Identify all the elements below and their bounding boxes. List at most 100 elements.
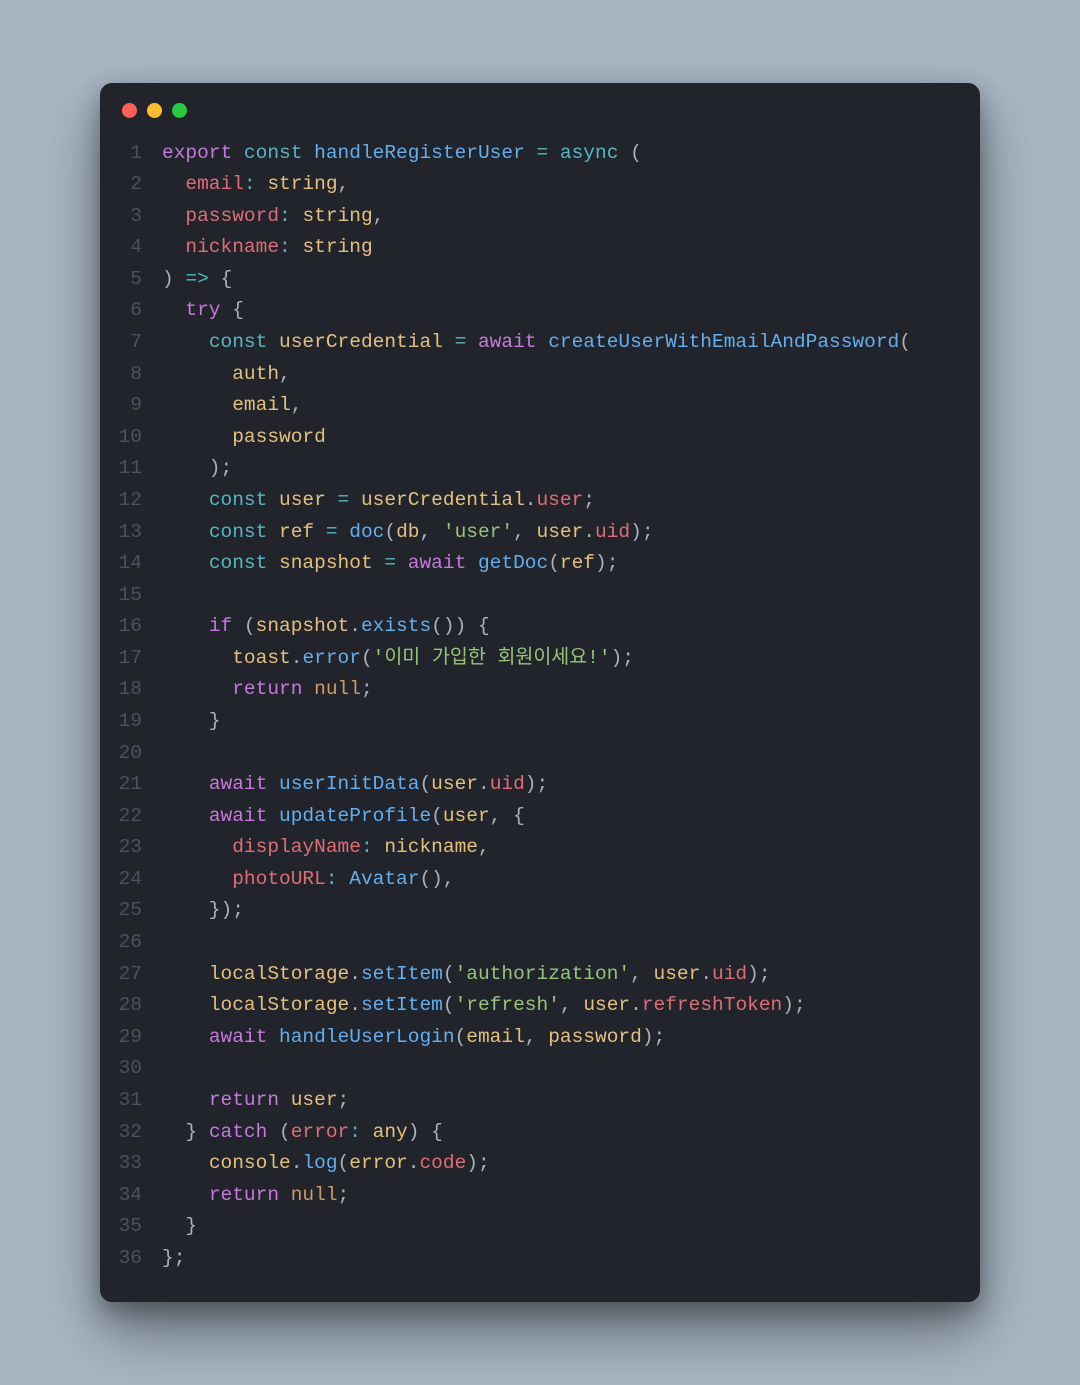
code-editor[interactable]: 1export const handleRegisterUser = async… [100,126,980,1303]
line-number: 17 [100,643,162,675]
line-number: 31 [100,1085,162,1117]
code-content[interactable]: photoURL: Avatar(), [162,864,455,896]
close-icon[interactable] [122,103,137,118]
line-number: 33 [100,1148,162,1180]
code-content[interactable]: const userCredential = await createUserW… [162,327,911,359]
code-line[interactable]: 15 [100,580,980,612]
code-content[interactable]: return null; [162,1180,349,1212]
line-number: 1 [100,138,162,170]
code-content[interactable]: await userInitData(user.uid); [162,769,548,801]
code-line[interactable]: 11 ); [100,453,980,485]
code-line[interactable]: 18 return null; [100,674,980,706]
line-number: 24 [100,864,162,896]
code-content[interactable]: ) => { [162,264,232,296]
code-content[interactable]: const ref = doc(db, 'user', user.uid); [162,517,654,549]
code-content[interactable]: } catch (error: any) { [162,1117,443,1149]
code-content[interactable]: await handleUserLogin(email, password); [162,1022,665,1054]
code-line[interactable]: 13 const ref = doc(db, 'user', user.uid)… [100,517,980,549]
line-number: 35 [100,1211,162,1243]
line-number: 30 [100,1053,162,1085]
code-content[interactable]: await updateProfile(user, { [162,801,525,833]
code-content[interactable]: password [162,422,326,454]
code-line[interactable]: 4 nickname: string [100,232,980,264]
code-content[interactable]: toast.error('이미 가입한 회원이세요!'); [162,643,634,675]
code-line[interactable]: 16 if (snapshot.exists()) { [100,611,980,643]
code-content[interactable]: const snapshot = await getDoc(ref); [162,548,618,580]
code-line[interactable]: 17 toast.error('이미 가입한 회원이세요!'); [100,643,980,675]
code-content[interactable]: ); [162,453,232,485]
code-content[interactable]: }); [162,895,244,927]
code-content[interactable]: console.log(error.code); [162,1148,490,1180]
code-content[interactable]: } [162,706,221,738]
code-line[interactable]: 9 email, [100,390,980,422]
code-line[interactable]: 26 [100,927,980,959]
code-content[interactable]: nickname: string [162,232,373,264]
code-line[interactable]: 12 const user = userCredential.user; [100,485,980,517]
code-line[interactable]: 14 const snapshot = await getDoc(ref); [100,548,980,580]
line-number: 22 [100,801,162,833]
code-line[interactable]: 27 localStorage.setItem('authorization',… [100,959,980,991]
minimize-icon[interactable] [147,103,162,118]
line-number: 6 [100,295,162,327]
code-line[interactable]: 25 }); [100,895,980,927]
line-number: 4 [100,232,162,264]
code-content[interactable]: return user; [162,1085,349,1117]
code-content[interactable]: localStorage.setItem('authorization', us… [162,959,771,991]
code-content[interactable]: const user = userCredential.user; [162,485,595,517]
code-line[interactable]: 33 console.log(error.code); [100,1148,980,1180]
line-number: 26 [100,927,162,959]
line-number: 9 [100,390,162,422]
code-content[interactable]: email: string, [162,169,349,201]
code-line[interactable]: 23 displayName: nickname, [100,832,980,864]
code-content[interactable]: if (snapshot.exists()) { [162,611,490,643]
code-line[interactable]: 8 auth, [100,359,980,391]
code-line[interactable]: 29 await handleUserLogin(email, password… [100,1022,980,1054]
line-number: 20 [100,738,162,770]
code-content[interactable]: } [162,1211,197,1243]
line-number: 5 [100,264,162,296]
code-content[interactable]: displayName: nickname, [162,832,490,864]
line-number: 3 [100,201,162,233]
code-line[interactable]: 19 } [100,706,980,738]
line-number: 19 [100,706,162,738]
code-content[interactable]: try { [162,295,244,327]
line-number: 34 [100,1180,162,1212]
code-line[interactable]: 3 password: string, [100,201,980,233]
line-number: 28 [100,990,162,1022]
line-number: 18 [100,674,162,706]
window-titlebar [100,83,980,126]
code-line[interactable]: 36}; [100,1243,980,1275]
code-line[interactable]: 20 [100,738,980,770]
code-line[interactable]: 28 localStorage.setItem('refresh', user.… [100,990,980,1022]
line-number: 2 [100,169,162,201]
code-content[interactable]: email, [162,390,302,422]
code-content[interactable]: export const handleRegisterUser = async … [162,138,642,170]
code-line[interactable]: 22 await updateProfile(user, { [100,801,980,833]
line-number: 27 [100,959,162,991]
code-content[interactable]: password: string, [162,201,384,233]
code-line[interactable]: 21 await userInitData(user.uid); [100,769,980,801]
line-number: 14 [100,548,162,580]
code-line[interactable]: 34 return null; [100,1180,980,1212]
code-content[interactable]: }; [162,1243,185,1275]
code-line[interactable]: 30 [100,1053,980,1085]
line-number: 8 [100,359,162,391]
code-line[interactable]: 2 email: string, [100,169,980,201]
code-line[interactable]: 6 try { [100,295,980,327]
code-content[interactable]: return null; [162,674,373,706]
line-number: 29 [100,1022,162,1054]
code-content[interactable]: auth, [162,359,291,391]
code-content[interactable]: localStorage.setItem('refresh', user.ref… [162,990,806,1022]
code-line[interactable]: 7 const userCredential = await createUse… [100,327,980,359]
code-line[interactable]: 35 } [100,1211,980,1243]
code-line[interactable]: 31 return user; [100,1085,980,1117]
code-line[interactable]: 5) => { [100,264,980,296]
line-number: 32 [100,1117,162,1149]
zoom-icon[interactable] [172,103,187,118]
line-number: 15 [100,580,162,612]
code-line[interactable]: 10 password [100,422,980,454]
code-line[interactable]: 1export const handleRegisterUser = async… [100,138,980,170]
line-number: 21 [100,769,162,801]
code-line[interactable]: 24 photoURL: Avatar(), [100,864,980,896]
code-line[interactable]: 32 } catch (error: any) { [100,1117,980,1149]
